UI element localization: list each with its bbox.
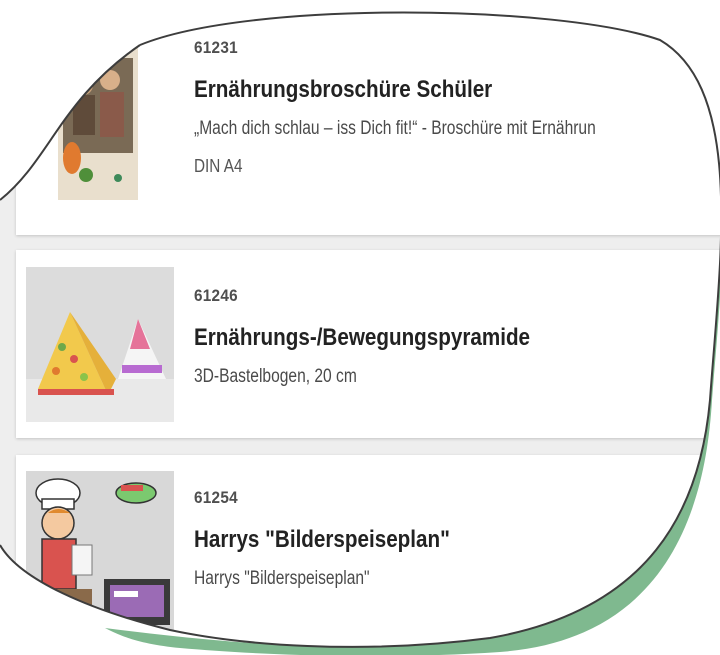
pyramid-craft-image[interactable]	[26, 267, 174, 422]
product-card[interactable]: 61246 Ernährungs-/Bewegungspyramide 3D-B…	[16, 250, 720, 438]
product-description: „Mach dich schlau – iss Dich fit!“ - Bro…	[194, 118, 596, 139]
article-number: 61231	[194, 38, 238, 57]
product-title[interactable]: Ernährungsbroschüre Schüler	[194, 76, 660, 104]
product-description: 3D-Bastelbogen, 20 cm	[194, 366, 357, 387]
product-format: DIN A4	[194, 156, 243, 176]
product-card[interactable]: 61231 Ernährungsbroschüre Schüler „Mach …	[16, 10, 720, 235]
product-info: 61254 Harrys "Bilderspeiseplan" Harrys "…	[194, 488, 720, 590]
product-info: 61246 Ernährungs-/Bewegungspyramide 3D-B…	[194, 286, 720, 388]
brochure-cover-image[interactable]	[58, 40, 138, 200]
article-number: 61254	[194, 488, 238, 507]
product-info: 61231 Ernährungsbroschüre Schüler „Mach …	[194, 38, 720, 177]
product-title[interactable]: Ernährungs-/Bewegungspyramide	[194, 324, 660, 352]
cartoon-chef-image[interactable]	[26, 471, 174, 631]
article-number: 61246	[194, 286, 238, 305]
product-description: Harrys "Bilderspeiseplan"	[194, 568, 370, 589]
product-card[interactable]: 61254 Harrys "Bilderspeiseplan" Harrys "…	[16, 455, 720, 655]
product-list: 61231 Ernährungsbroschüre Schüler „Mach …	[0, 0, 720, 655]
product-title[interactable]: Harrys "Bilderspeiseplan"	[194, 526, 660, 554]
